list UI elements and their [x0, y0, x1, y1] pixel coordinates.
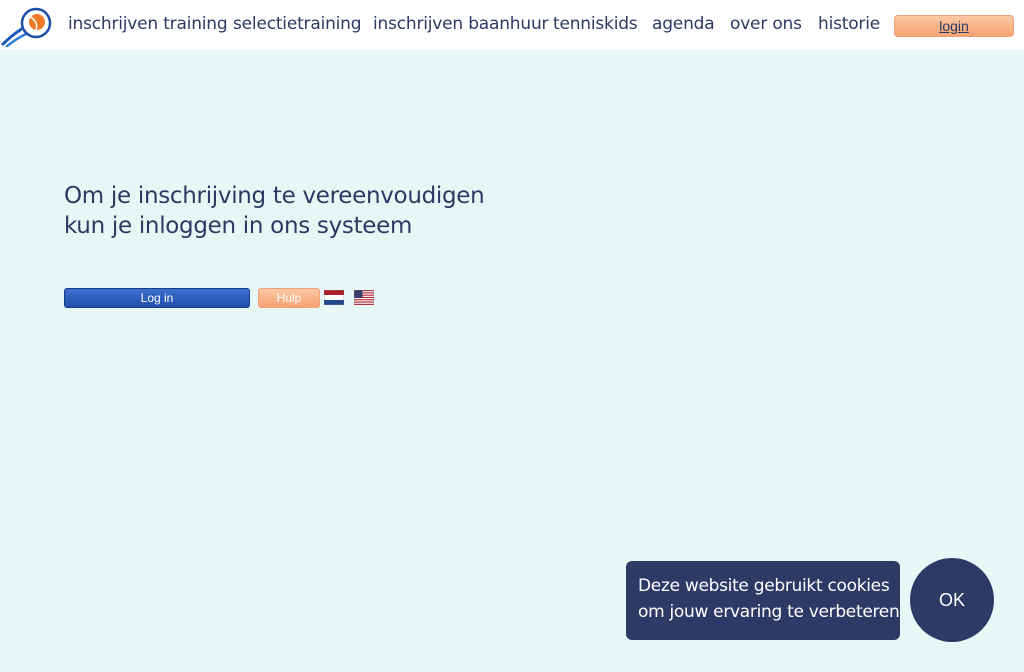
cookie-ok-button[interactable]: OK — [910, 558, 994, 642]
nav-inschrijven-baanhuur[interactable]: inschrijven baanhuur — [373, 14, 549, 34]
nav-historie[interactable]: historie — [818, 14, 880, 34]
dutch-flag-icon[interactable] — [324, 290, 344, 305]
nav-agenda[interactable]: agenda — [652, 14, 715, 34]
nav-over-ons[interactable]: over ons — [730, 14, 802, 34]
cookie-text-line-2: om jouw ervaring te verbeteren — [638, 602, 900, 622]
club-logo-icon[interactable] — [0, 3, 54, 47]
log-in-button[interactable]: Log in — [64, 288, 250, 308]
cookie-notice: Deze website gebruikt cookies om jouw er… — [626, 561, 900, 640]
help-button[interactable]: Hulp — [258, 288, 320, 308]
nav-selectietraining[interactable]: selectietraining — [233, 14, 362, 34]
intro-line-1: Om je inschrijving te vereenvoudigen — [64, 183, 485, 209]
nav-tenniskids[interactable]: tenniskids — [553, 14, 638, 34]
header-login-button[interactable]: login — [894, 15, 1014, 37]
login-intro-text: Om je inschrijving te vereenvoudigen kun… — [64, 181, 485, 241]
intro-line-2: kun je inloggen in ons systeem — [64, 213, 413, 239]
us-flag-icon[interactable] — [354, 290, 374, 305]
nav-inschrijven-training[interactable]: inschrijven training — [68, 14, 228, 34]
top-navigation-bar: inschrijven training selectietraining in… — [0, 0, 1024, 50]
cookie-text-line-1: Deze website gebruikt cookies — [638, 576, 890, 596]
